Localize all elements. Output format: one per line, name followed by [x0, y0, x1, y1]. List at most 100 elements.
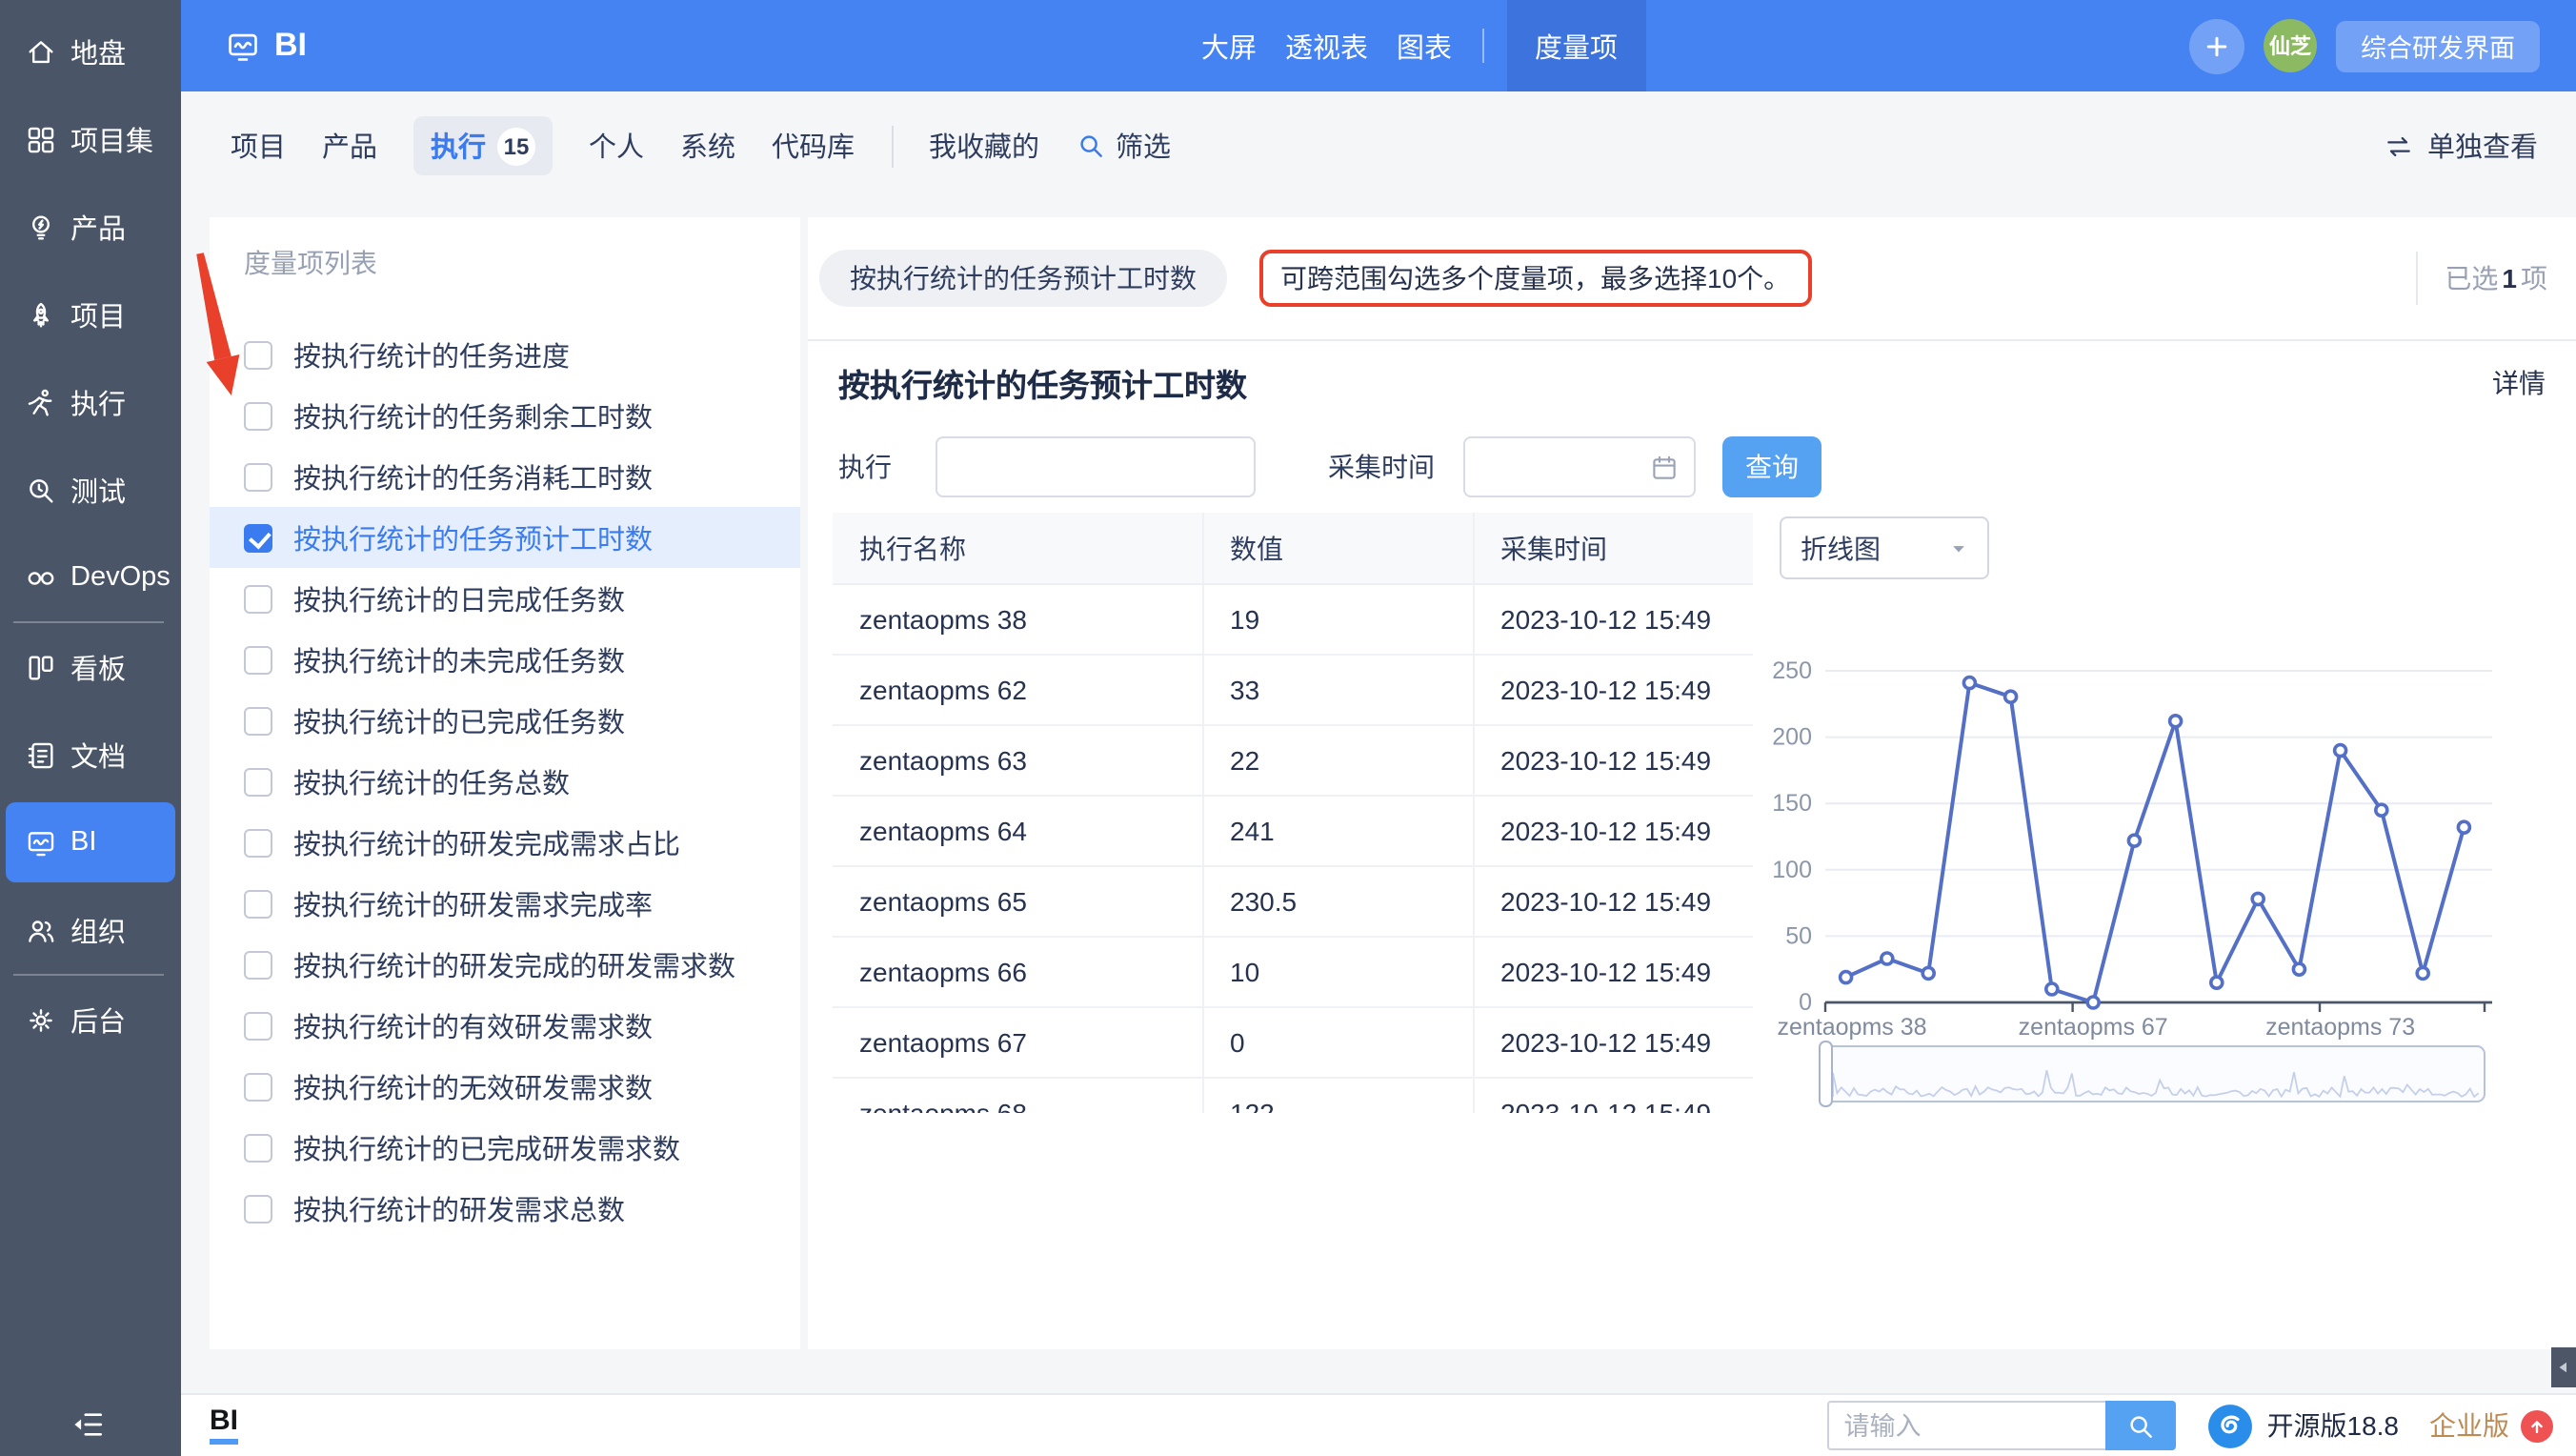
- checkbox[interactable]: [244, 462, 272, 491]
- metric-label: 按执行统计的任务进度: [293, 334, 570, 374]
- detail-panel: 按执行统计的任务预计工时数 可跨范围勾选多个度量项，最多选择10个。 已选1项 …: [808, 217, 2576, 1349]
- admin-icon: [25, 1003, 57, 1036]
- tab-product[interactable]: 产品: [322, 126, 377, 166]
- sidebar-item-project[interactable]: 项目: [0, 271, 181, 358]
- table-cell: 0: [1202, 1007, 1473, 1078]
- table-row[interactable]: zentaopms 6702023-10-12 15:49: [833, 1007, 1753, 1078]
- sidebar-item-devops[interactable]: DevOps: [0, 534, 181, 621]
- checkbox[interactable]: [244, 645, 272, 674]
- sidebar-item-test[interactable]: 测试: [0, 446, 181, 534]
- checkbox[interactable]: [244, 767, 272, 796]
- metric-item-11[interactable]: 按执行统计的有效研发需求数: [210, 995, 800, 1056]
- single-view-button[interactable]: 单独查看: [2384, 126, 2538, 166]
- chevron-down-icon: [1945, 535, 1972, 561]
- checkbox[interactable]: [244, 523, 272, 552]
- footer-search-button[interactable]: [2105, 1401, 2176, 1450]
- sidebar-item-org[interactable]: 组织: [0, 886, 181, 974]
- tab-execution[interactable]: 执行15: [413, 116, 553, 175]
- tab-project[interactable]: 项目: [231, 126, 286, 166]
- checkbox[interactable]: [244, 706, 272, 735]
- panel-edge-toggle[interactable]: [2551, 1347, 2576, 1387]
- tip-annotation-box: 可跨范围勾选多个度量项，最多选择10个。: [1259, 250, 1811, 307]
- add-button[interactable]: [2189, 18, 2244, 73]
- checkbox[interactable]: [244, 584, 272, 613]
- svg-text:zentaopms 73: zentaopms 73: [2265, 1014, 2415, 1041]
- checkbox[interactable]: [244, 950, 272, 979]
- metric-item-3[interactable]: 按执行统计的任务预计工时数: [210, 507, 800, 568]
- query-button[interactable]: 查询: [1722, 436, 1821, 497]
- topnav-dashboard[interactable]: 大屏: [1201, 26, 1257, 66]
- metric-item-8[interactable]: 按执行统计的研发完成需求占比: [210, 812, 800, 873]
- time-input[interactable]: [1463, 436, 1696, 497]
- sidebar-item-bi[interactable]: BI: [6, 802, 175, 882]
- metric-item-2[interactable]: 按执行统计的任务消耗工时数: [210, 446, 800, 507]
- table-row[interactable]: zentaopms 66102023-10-12 15:49: [833, 937, 1753, 1007]
- table-row[interactable]: zentaopms 62332023-10-12 15:49: [833, 655, 1753, 725]
- tab-system[interactable]: 系统: [680, 126, 735, 166]
- topnav-chart[interactable]: 图表: [1397, 26, 1452, 66]
- sidebar-item-program[interactable]: 项目集: [0, 95, 181, 183]
- table-col: 采集时间: [1473, 513, 1753, 584]
- sidebar-item-kanban[interactable]: 看板: [0, 623, 181, 711]
- chart-type-select[interactable]: 折线图: [1780, 516, 1989, 579]
- version-info[interactable]: 开源版18.8: [2206, 1402, 2400, 1449]
- table-row[interactable]: zentaopms 681222023-10-12 15:49: [833, 1078, 1753, 1113]
- project-icon: [25, 298, 57, 331]
- checkbox[interactable]: [244, 1133, 272, 1162]
- selected-metric-chip[interactable]: 按执行统计的任务预计工时数: [819, 250, 1227, 307]
- topnav-pivot[interactable]: 透视表: [1285, 26, 1368, 66]
- table-cell: zentaopms 64: [833, 796, 1202, 866]
- exec-input[interactable]: [936, 436, 1256, 497]
- sidebar-item-label: 地盘: [70, 31, 126, 71]
- app-brand[interactable]: BI: [225, 27, 307, 65]
- metric-item-4[interactable]: 按执行统计的日完成任务数: [210, 568, 800, 629]
- metric-item-1[interactable]: 按执行统计的任务剩余工时数: [210, 385, 800, 446]
- enterprise-link[interactable]: 企业版: [2429, 1406, 2553, 1445]
- detail-link[interactable]: 详情: [2492, 364, 2546, 402]
- checkbox[interactable]: [244, 340, 272, 369]
- metric-item-9[interactable]: 按执行统计的研发需求完成率: [210, 873, 800, 934]
- table-row[interactable]: zentaopms 642412023-10-12 15:49: [833, 796, 1753, 866]
- metric-item-10[interactable]: 按执行统计的研发完成的研发需求数: [210, 934, 800, 995]
- table-col: 执行名称: [833, 513, 1202, 584]
- sidebar-item-doc[interactable]: 文档: [0, 711, 181, 799]
- table-cell: zentaopms 67: [833, 1007, 1202, 1078]
- metric-item-14[interactable]: 按执行统计的研发需求总数: [210, 1178, 800, 1239]
- table-row[interactable]: zentaopms 65230.52023-10-12 15:49: [833, 866, 1753, 937]
- topnav-metric[interactable]: 度量项: [1506, 0, 1646, 91]
- checkbox[interactable]: [244, 828, 272, 857]
- checkbox[interactable]: [244, 401, 272, 430]
- metrics-panel: 度量项列表 按执行统计的任务进度按执行统计的任务剩余工时数按执行统计的任务消耗工…: [210, 217, 800, 1349]
- metric-item-0[interactable]: 按执行统计的任务进度: [210, 324, 800, 385]
- metric-item-7[interactable]: 按执行统计的任务总数: [210, 751, 800, 812]
- metric-label: 按执行统计的有效研发需求数: [293, 1005, 653, 1045]
- tab-filter[interactable]: 筛选: [1076, 126, 1171, 166]
- checkbox[interactable]: [244, 889, 272, 918]
- table-cell: 2023-10-12 15:49: [1473, 937, 1753, 1007]
- table-cell: 2023-10-12 15:49: [1473, 866, 1753, 937]
- checkbox[interactable]: [244, 1194, 272, 1223]
- table-cell: zentaopms 62: [833, 655, 1202, 725]
- footer-search-input[interactable]: [1827, 1401, 2105, 1450]
- sidebar-item-admin[interactable]: 后台: [0, 976, 181, 1063]
- sidebar-item-home[interactable]: 地盘: [0, 8, 181, 95]
- tab-repo[interactable]: 代码库: [772, 126, 855, 166]
- checkbox[interactable]: [244, 1072, 272, 1101]
- metric-item-5[interactable]: 按执行统计的未完成任务数: [210, 629, 800, 690]
- sidebar-item-execution[interactable]: 执行: [0, 358, 181, 446]
- checkbox[interactable]: [244, 1011, 272, 1040]
- tab-personal[interactable]: 个人: [589, 126, 644, 166]
- footer-logo[interactable]: BI: [210, 1406, 238, 1445]
- table-row[interactable]: zentaopms 63222023-10-12 15:49: [833, 725, 1753, 796]
- sidebar-collapse-button[interactable]: [70, 1406, 107, 1443]
- table-row[interactable]: zentaopms 38192023-10-12 15:49: [833, 584, 1753, 655]
- tab-favorites[interactable]: 我收藏的: [929, 126, 1039, 166]
- metric-item-13[interactable]: 按执行统计的已完成研发需求数: [210, 1117, 800, 1178]
- metric-label: 按执行统计的日完成任务数: [293, 578, 625, 618]
- workspace-button[interactable]: 综合研发界面: [2336, 20, 2540, 71]
- avatar[interactable]: 仙芝: [2264, 19, 2317, 72]
- sidebar-item-product[interactable]: 产品: [0, 183, 181, 271]
- metric-item-12[interactable]: 按执行统计的无效研发需求数: [210, 1056, 800, 1117]
- metric-item-6[interactable]: 按执行统计的已完成任务数: [210, 690, 800, 751]
- datazoom-slider[interactable]: [1820, 1041, 2485, 1106]
